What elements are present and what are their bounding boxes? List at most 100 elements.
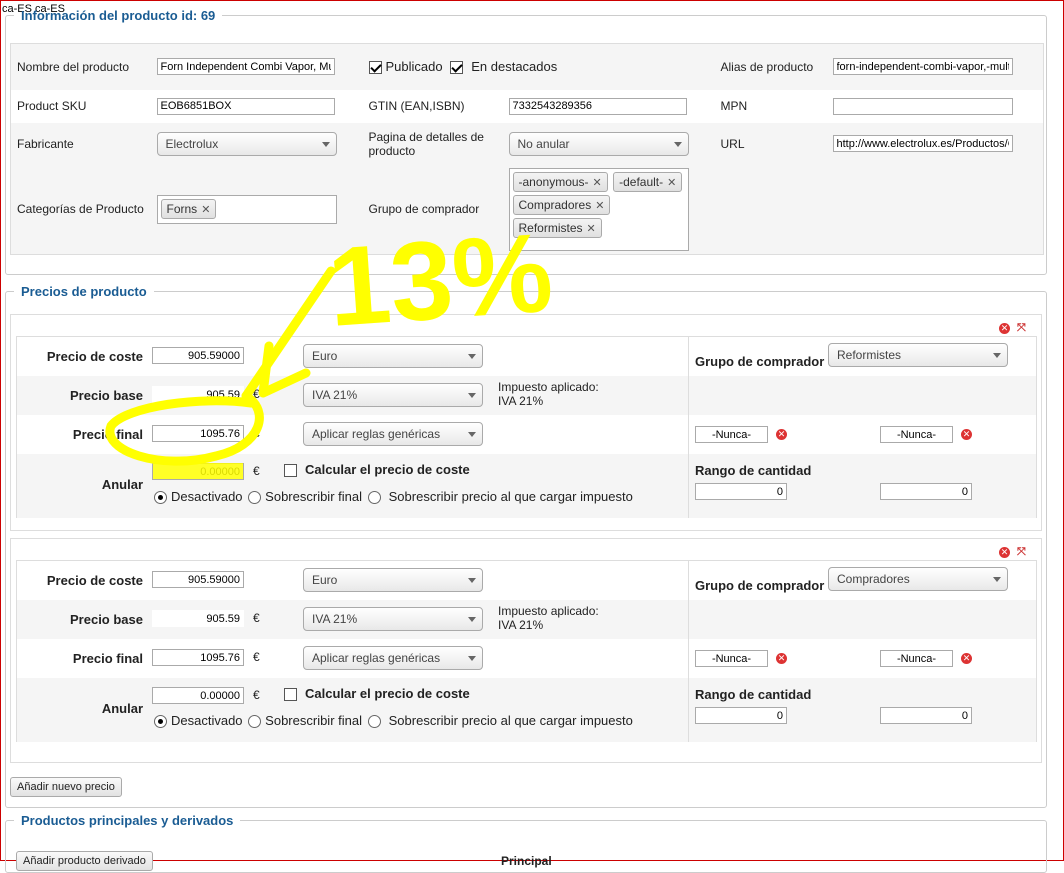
delete-icon[interactable]: ✕ xyxy=(999,547,1010,558)
tax-select[interactable]: IVA 21% xyxy=(303,607,483,631)
clear-date-icon[interactable]: ✕ xyxy=(961,653,972,664)
chip-label: -default- xyxy=(619,174,664,189)
chevron-down-icon xyxy=(993,353,1001,358)
calc-cost-checkbox[interactable] xyxy=(284,688,297,702)
override-label: Anular xyxy=(101,701,143,716)
date-to-input[interactable] xyxy=(880,650,953,667)
tax-select[interactable]: IVA 21% xyxy=(303,383,483,407)
date-from-input[interactable] xyxy=(695,426,768,443)
final-input[interactable] xyxy=(152,425,244,442)
cost-input[interactable] xyxy=(152,571,244,588)
gtin-input[interactable] xyxy=(508,97,687,115)
buyer-group-label: Grupo de comprador xyxy=(695,578,825,593)
cost-label: Precio de coste xyxy=(46,573,143,588)
override-input[interactable] xyxy=(152,463,244,480)
add-price-button[interactable]: Añadir nuevo precio xyxy=(10,777,122,797)
final-label: Precio final xyxy=(72,651,143,666)
radio-overwrite-final[interactable] xyxy=(248,715,262,729)
remove-icon[interactable]: ✕ xyxy=(201,204,210,216)
chevron-down-icon xyxy=(468,393,476,398)
delete-icon[interactable]: ✕ xyxy=(999,323,1010,334)
final-input[interactable] xyxy=(152,649,244,666)
base-label: Precio base xyxy=(70,612,143,627)
add-derived-button[interactable]: Añadir producto derivado xyxy=(16,851,153,871)
manufacturer-label: Fabricante xyxy=(17,136,74,151)
published-checkbox[interactable] xyxy=(368,61,382,75)
prices-legend: Precios de producto xyxy=(21,284,147,299)
expand-icon[interactable]: ⤧ xyxy=(1017,546,1029,558)
alias-input[interactable] xyxy=(832,58,1013,76)
principal-label: Principal xyxy=(501,854,552,868)
sku-label: Product SKU xyxy=(17,99,87,113)
price-block: ✕ ⤧ Precio de coste Euro Precio base € I… xyxy=(10,314,1042,531)
currency-value: Euro xyxy=(312,349,338,363)
remove-icon[interactable]: ✕ xyxy=(667,177,676,189)
radio-overwrite-taxable[interactable] xyxy=(367,491,381,505)
radio-disabled[interactable] xyxy=(154,491,167,505)
remove-icon[interactable]: ✕ xyxy=(595,200,604,212)
clear-date-icon[interactable]: ✕ xyxy=(776,429,787,440)
qty-from-input[interactable] xyxy=(695,483,787,500)
cost-input[interactable] xyxy=(152,347,244,364)
name-input[interactable] xyxy=(156,58,335,76)
tax-applied: Impuesto aplicado: IVA 21% xyxy=(498,380,599,408)
calc-cost-option: Calcular el precio de coste xyxy=(284,686,470,702)
calc-cost-checkbox[interactable] xyxy=(284,464,297,478)
override-input[interactable] xyxy=(152,687,244,704)
currency-symbol: € xyxy=(253,387,260,401)
base-input[interactable] xyxy=(152,386,244,403)
mpn-input[interactable] xyxy=(832,97,1013,115)
manufacturer-value: Electrolux xyxy=(165,136,219,151)
expand-icon[interactable]: ⤧ xyxy=(1017,322,1029,334)
clear-date-icon[interactable]: ✕ xyxy=(961,429,972,440)
qty-to-input[interactable] xyxy=(880,707,972,724)
url-input[interactable] xyxy=(832,135,1013,152)
details-page-select[interactable]: No anular xyxy=(508,131,689,156)
derived-legend: Productos principales y derivados xyxy=(21,813,234,828)
buyer-group-select[interactable]: -anonymous- ✕ -default- ✕ Compradores ✕ Ref… xyxy=(508,167,689,251)
chevron-down-icon xyxy=(468,578,476,583)
rules-select[interactable]: Aplicar reglas genéricas xyxy=(303,646,483,670)
tax-applied: Impuesto aplicado: IVA 21% xyxy=(498,604,599,632)
price-buyer-group-select[interactable]: Reformistes xyxy=(828,343,1008,367)
rules-value: Aplicar reglas genéricas xyxy=(312,427,441,441)
radio-disabled[interactable] xyxy=(154,715,167,729)
category-chip-label: Forns xyxy=(166,201,198,216)
product-info-legend: Información del producto id: 69 xyxy=(21,8,216,23)
remove-icon[interactable]: ✕ xyxy=(587,223,596,235)
date-from-input[interactable] xyxy=(695,650,768,667)
sku-input[interactable] xyxy=(156,97,335,115)
final-label: Precio final xyxy=(72,427,143,442)
chevron-down-icon xyxy=(321,141,330,147)
chevron-down-icon xyxy=(468,432,476,437)
radio-overwrite-taxable[interactable] xyxy=(367,715,381,729)
qty-range-label: Rango de cantidad xyxy=(695,687,812,702)
override-row: Anular € Calcular el precio de coste Des… xyxy=(17,678,688,742)
radio-overwrite-final[interactable] xyxy=(248,491,262,505)
details-page-label: Pagina de detalles de producto xyxy=(368,129,484,158)
product-info-fieldset: Información del producto id: 69 Nombre d… xyxy=(5,8,1047,275)
qty-to-input[interactable] xyxy=(880,483,972,500)
categories-label: Categorías de Producto xyxy=(17,202,144,217)
qty-from-input[interactable] xyxy=(695,707,787,724)
rules-select[interactable]: Aplicar reglas genéricas xyxy=(303,422,483,446)
radio-overwrite-taxable-label: Sobrescribir precio al que cargar impues… xyxy=(388,713,633,728)
final-row: Precio final € Aplicar reglas genéricas xyxy=(17,639,688,678)
remove-icon[interactable]: ✕ xyxy=(593,177,602,189)
date-to-input[interactable] xyxy=(880,426,953,443)
override-radios: Desactivado Sobrescribir final Sobrescri… xyxy=(154,713,633,729)
mpn-label: MPN xyxy=(720,99,748,113)
base-input[interactable] xyxy=(152,610,244,627)
currency-select[interactable]: Euro xyxy=(303,568,483,592)
clear-date-icon[interactable]: ✕ xyxy=(776,653,787,664)
tax-applied-label: Impuesto aplicado: xyxy=(498,604,599,618)
details-page-value: No anular xyxy=(517,136,570,151)
featured-checkbox[interactable] xyxy=(450,61,464,75)
tax-applied-value: IVA 21% xyxy=(498,618,544,632)
radio-overwrite-taxable-label: Sobrescribir precio al que cargar impues… xyxy=(388,489,633,504)
radio-overwrite-final-label: Sobrescribir final xyxy=(265,713,362,728)
manufacturer-select[interactable]: Electrolux xyxy=(156,131,337,156)
currency-select[interactable]: Euro xyxy=(303,344,483,368)
price-buyer-group-select[interactable]: Compradores xyxy=(828,567,1008,591)
categories-select[interactable]: Forns ✕ xyxy=(156,194,337,224)
